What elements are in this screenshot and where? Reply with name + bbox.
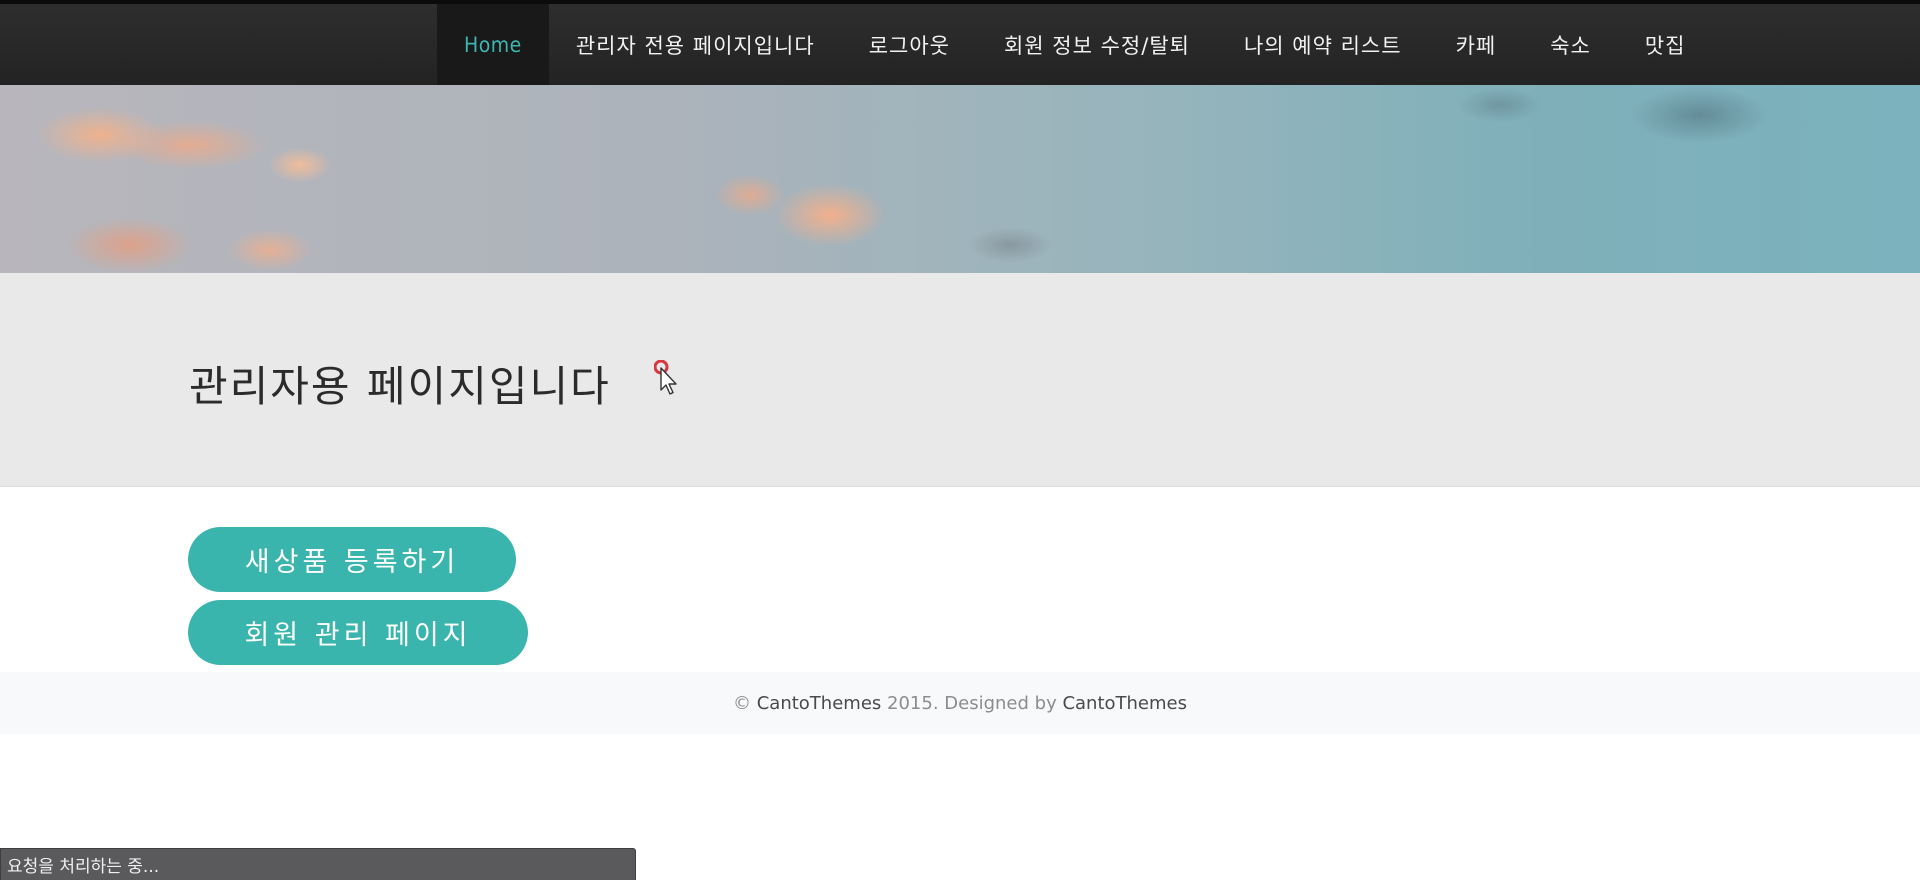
- nav-item-label: 맛집: [1644, 33, 1686, 58]
- footer: © CantoThemes 2015. Designed by CantoThe…: [0, 672, 1920, 734]
- browser-status-bar: 요청을 처리하는 중...: [0, 848, 636, 880]
- nav-item-label: 카페: [1455, 33, 1497, 58]
- footer-year-text: 2015. Designed by: [887, 692, 1057, 714]
- nav-item-cafe[interactable]: 카페: [1429, 4, 1524, 85]
- nav-item-label: 회원 정보 수정/탈퇴: [1003, 33, 1190, 58]
- nav-item-admin-page[interactable]: 관리자 전용 페이지입니다: [549, 4, 842, 85]
- nav-item-label: 로그아웃: [868, 33, 950, 58]
- nav-item-label: 나의 예약 리스트: [1243, 33, 1402, 58]
- nav-item-label: 관리자 전용 페이지입니다: [575, 33, 815, 58]
- new-product-button[interactable]: 새상품 등록하기: [188, 527, 516, 592]
- member-admin-button[interactable]: 회원 관리 페이지: [188, 600, 528, 665]
- nav-item-lodging[interactable]: 숙소: [1523, 4, 1618, 85]
- nav-menu: Home 관리자 전용 페이지입니다 로그아웃 회원 정보 수정/탈퇴 나의 예…: [437, 4, 1712, 85]
- hero-sky-banner: [0, 85, 1920, 273]
- navbar: Home 관리자 전용 페이지입니다 로그아웃 회원 정보 수정/탈퇴 나의 예…: [0, 4, 1920, 86]
- footer-designer-link[interactable]: CantoThemes: [1062, 693, 1187, 714]
- page-title: 관리자용 페이지입니다: [189, 362, 611, 411]
- nav-item-label: Home: [464, 32, 522, 57]
- copyright-symbol: ©: [733, 692, 751, 714]
- nav-item-home[interactable]: Home: [437, 4, 549, 85]
- status-text: 요청을 처리하는 중...: [7, 857, 160, 877]
- nav-item-logout[interactable]: 로그아웃: [842, 4, 977, 85]
- nav-item-edit-profile[interactable]: 회원 정보 수정/탈퇴: [977, 4, 1217, 85]
- nav-item-label: 숙소: [1550, 33, 1591, 58]
- mouse-cursor-icon: [654, 360, 677, 395]
- nav-item-my-reservations[interactable]: 나의 예약 리스트: [1217, 4, 1429, 85]
- footer-brand-link[interactable]: CantoThemes: [757, 693, 882, 714]
- nav-item-restaurants[interactable]: 맛집: [1618, 4, 1713, 85]
